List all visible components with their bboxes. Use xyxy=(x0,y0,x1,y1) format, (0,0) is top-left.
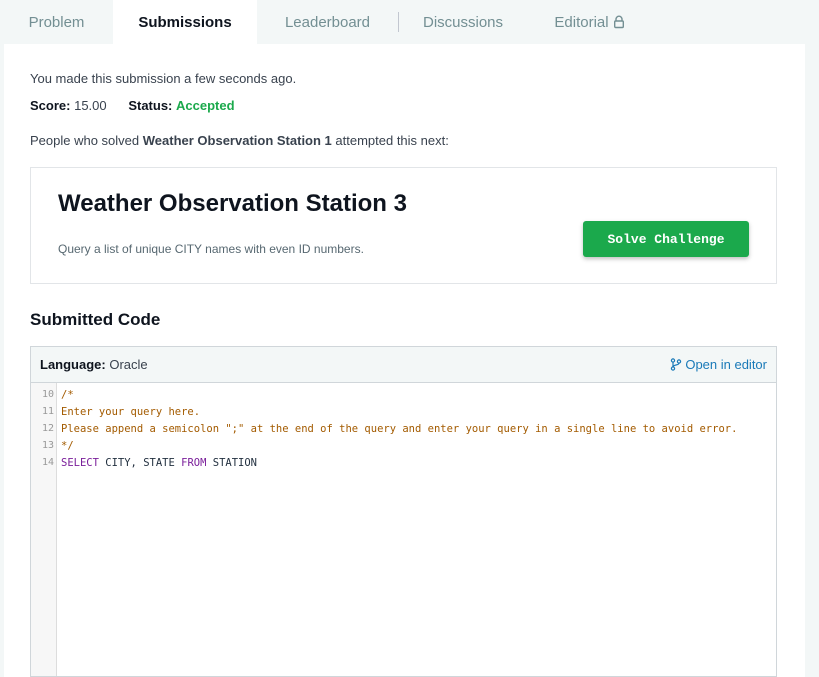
line-number: 14 xyxy=(41,457,54,468)
lock-icon xyxy=(612,15,626,29)
code-text: Enter your query here. xyxy=(61,405,201,418)
line-number: 12 xyxy=(41,423,54,434)
code-header: Language: Oracle Open in editor xyxy=(31,347,776,383)
solved-prefix: People who solved xyxy=(30,133,143,148)
next-challenge-title[interactable]: Weather Observation Station 3 xyxy=(58,190,407,218)
tab-leaderboard[interactable]: Leaderboard xyxy=(257,0,398,44)
language-label: Language: xyxy=(40,357,106,372)
tab-submissions[interactable]: Submissions xyxy=(113,0,257,44)
submission-time-text: You made this submission a few seconds a… xyxy=(30,71,297,86)
score-status-line: Score: 15.00 Status: Accepted xyxy=(30,98,235,113)
tab-editorial[interactable]: Editorial xyxy=(527,0,653,44)
code-line: 11 Enter your query here. xyxy=(31,403,200,420)
language-value: Oracle xyxy=(109,357,148,372)
tab-bar: Problem Submissions Leaderboard Discussi… xyxy=(0,0,819,44)
line-number: 13 xyxy=(41,440,54,451)
code-line: 10 /* xyxy=(31,386,74,403)
code-text: Please append a semicolon ";" at the end… xyxy=(61,422,738,435)
solved-suffix: attempted this next: xyxy=(331,133,449,148)
tab-editorial-label: Editorial xyxy=(554,13,609,31)
next-challenge-card: Weather Observation Station 3 Query a li… xyxy=(30,167,777,284)
solve-challenge-button[interactable]: Solve Challenge xyxy=(583,221,749,257)
open-in-editor-label: Open in editor xyxy=(685,357,767,372)
code-viewer: Language: Oracle Open in editor 10 /* 11… xyxy=(30,346,777,677)
code-body[interactable]: 10 /* 11 Enter your query here. 12 Pleas… xyxy=(31,383,776,676)
code-line: 12 Please append a semicolon ";" at the … xyxy=(31,420,737,437)
submitted-code-heading: Submitted Code xyxy=(30,310,161,329)
score-value: 15.00 xyxy=(74,98,107,113)
code-plain: STATION xyxy=(206,456,257,469)
code-text: */ xyxy=(61,439,74,452)
line-number: 10 xyxy=(41,389,54,400)
code-plain: CITY, STATE xyxy=(98,456,182,469)
score-label: Score: xyxy=(30,98,71,113)
next-challenge-description: Query a list of unique CITY names with e… xyxy=(58,242,364,256)
tab-discussions[interactable]: Discussions xyxy=(399,0,527,44)
language-info: Language: Oracle xyxy=(40,357,148,372)
status-value: Accepted xyxy=(176,98,235,113)
code-text: SELECT CITY, STATE FROM STATION xyxy=(61,457,257,469)
code-keyword: SELECT xyxy=(61,456,99,469)
code-line: 14 SELECT CITY, STATE FROM STATION xyxy=(31,454,257,471)
line-number: 11 xyxy=(41,406,54,417)
code-line: 13 */ xyxy=(31,437,74,454)
branch-icon xyxy=(670,358,682,371)
code-keyword: FROM xyxy=(181,456,207,469)
status-label: Status: xyxy=(128,98,173,113)
submission-panel: You made this submission a few seconds a… xyxy=(4,44,805,677)
next-attempt-text: People who solved Weather Observation St… xyxy=(30,133,449,148)
tab-problem[interactable]: Problem xyxy=(0,0,113,44)
solved-challenge-name: Weather Observation Station 1 xyxy=(142,133,332,148)
code-text: /* xyxy=(61,388,74,401)
open-in-editor-link[interactable]: Open in editor xyxy=(670,357,767,372)
